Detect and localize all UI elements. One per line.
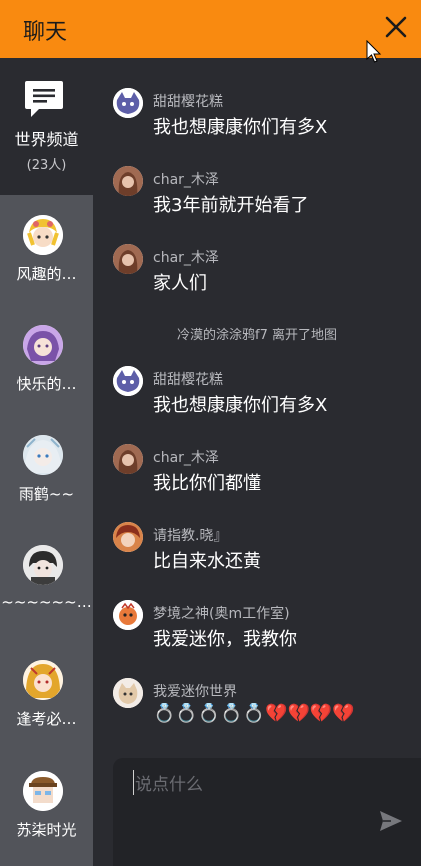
message-text: 💍💍💍💍💍💔💔💔💔 bbox=[153, 703, 355, 724]
contact-name: 苏柒时光 bbox=[16, 821, 77, 839]
message-text: 我比你们都懂 bbox=[153, 473, 261, 494]
contact-name: 快乐的… bbox=[16, 375, 77, 393]
page-title: 聊天 bbox=[23, 20, 68, 45]
contact-item[interactable]: 快乐的… bbox=[0, 305, 93, 415]
avatar bbox=[23, 771, 63, 811]
message-composer[interactable]: 说点什么 bbox=[113, 758, 421, 866]
avatar bbox=[113, 366, 143, 396]
message-text: 比自来水还黄 bbox=[153, 551, 261, 572]
message-sender: char_木泽 bbox=[153, 172, 219, 188]
contact-item[interactable]: 风趣的… bbox=[0, 195, 93, 305]
close-icon[interactable] bbox=[383, 14, 409, 40]
message-text: 我也想康康你们有多X bbox=[153, 117, 328, 138]
message-list: 甜甜樱花糕 我也想康康你们有多X char_木泽 我3年前就开始看了 char_… bbox=[93, 58, 421, 758]
message-text: 我3年前就开始看了 bbox=[153, 195, 309, 216]
avatar bbox=[23, 435, 63, 475]
avatar bbox=[23, 325, 63, 365]
message-sender: 甜甜樱花糕 bbox=[153, 372, 223, 388]
avatar bbox=[113, 522, 143, 552]
channel-sidebar: 世界频道 (23人) 风趣的… 快乐的… 雨鹤~~ ~~~~~~… 逢考必… 苏… bbox=[0, 58, 93, 866]
avatar bbox=[113, 600, 143, 630]
message-sender: char_木泽 bbox=[153, 250, 219, 266]
avatar bbox=[113, 678, 143, 708]
chat-header: 聊天 bbox=[0, 0, 421, 58]
mouse-cursor-icon bbox=[366, 40, 382, 63]
contact-item[interactable]: 苏柒时光 bbox=[0, 751, 93, 861]
message-text: 我也想康康你们有多X bbox=[153, 395, 328, 416]
contact-item[interactable]: 逢考必… bbox=[0, 640, 93, 750]
avatar bbox=[113, 166, 143, 196]
contact-name: ~~~~~~… bbox=[1, 593, 92, 611]
world-channel-tab[interactable]: 世界频道 (23人) bbox=[0, 58, 93, 195]
contact-name: 雨鹤~~ bbox=[18, 485, 75, 503]
avatar bbox=[113, 444, 143, 474]
message-sender: char_木泽 bbox=[153, 450, 219, 466]
avatar bbox=[23, 545, 63, 585]
contact-name: 逢考必… bbox=[16, 710, 77, 728]
message-sender: 请指教.晓』 bbox=[153, 528, 228, 544]
contact-item[interactable]: 雨鹤~~ bbox=[0, 415, 93, 525]
avatar bbox=[113, 244, 143, 274]
avatar bbox=[113, 88, 143, 118]
contact-item[interactable]: ~~~~~~… bbox=[0, 525, 93, 635]
message-input[interactable]: 说点什么 bbox=[133, 770, 203, 795]
message-text: 我爱迷你，我教你 bbox=[153, 629, 297, 650]
contact-list: 风趣的… 快乐的… 雨鹤~~ ~~~~~~… 逢考必… 苏柒时光 bbox=[0, 195, 93, 866]
chat-bubble-icon bbox=[25, 81, 63, 117]
avatar bbox=[23, 660, 63, 700]
message-sender: 甜甜樱花糕 bbox=[153, 94, 223, 110]
world-channel-label: 世界频道 bbox=[14, 130, 79, 149]
system-notice: 冷漠的涂涂鸦f7 离开了地图 bbox=[177, 328, 337, 343]
contact-name: 风趣的… bbox=[16, 265, 77, 283]
online-count: (23人) bbox=[26, 158, 67, 173]
send-icon[interactable] bbox=[379, 810, 403, 832]
message-sender: 梦境之神(奥m工作室) bbox=[153, 606, 290, 622]
message-sender: 我爱迷你世界 bbox=[153, 684, 237, 700]
avatar bbox=[23, 215, 63, 255]
message-text: 家人们 bbox=[153, 273, 207, 294]
